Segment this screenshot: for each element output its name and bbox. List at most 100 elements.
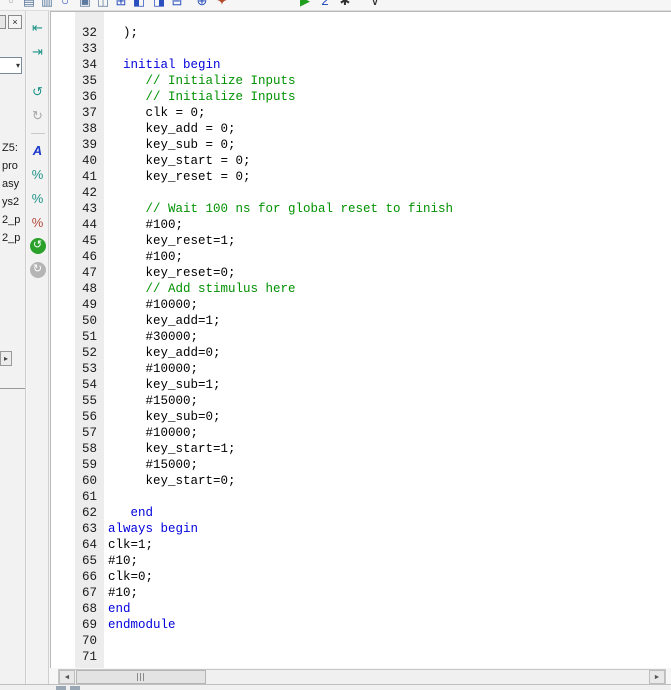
top-toolbar: ▫ ▤ ▥ ○ ▣ ◫ ⊞ ◧ ◨ ⊟ ⊕ ✦ ▶ 2 ✱ ∨ bbox=[0, 0, 671, 11]
code-line[interactable]: 35 // Initialize Inputs bbox=[51, 73, 671, 89]
line-number: 45 bbox=[51, 233, 104, 249]
line-text: #10; bbox=[104, 585, 138, 601]
line-text: // Initialize Inputs bbox=[104, 89, 296, 105]
horizontal-scrollbar[interactable]: ◄ ► bbox=[58, 669, 666, 685]
line-number: 44 bbox=[51, 217, 104, 233]
line-number: 42 bbox=[51, 185, 104, 201]
code-line[interactable]: 42 bbox=[51, 185, 671, 201]
hierarchy-item[interactable]: 2_p bbox=[2, 229, 26, 247]
find-icon[interactable]: % bbox=[29, 166, 47, 184]
code-line[interactable]: 47 key_reset=0; bbox=[51, 265, 671, 281]
code-line[interactable]: 67 #10; bbox=[51, 585, 671, 601]
code-line[interactable]: 41 key_reset = 0; bbox=[51, 169, 671, 185]
code-line[interactable]: 55 #15000; bbox=[51, 393, 671, 409]
line-text: end bbox=[104, 601, 131, 617]
code-line[interactable]: 44 #100; bbox=[51, 217, 671, 233]
hierarchy-item[interactable]: Z5: bbox=[2, 139, 26, 157]
stop-icon[interactable]: ✱ bbox=[336, 0, 354, 11]
cascade-icon[interactable]: ⊟ bbox=[168, 0, 186, 11]
code-line[interactable]: 46 #100; bbox=[51, 249, 671, 265]
code-line[interactable]: 54 key_sub=1; bbox=[51, 377, 671, 393]
code-line[interactable]: 33 bbox=[51, 41, 671, 57]
line-text: clk=1; bbox=[104, 537, 153, 553]
code-line[interactable]: 66 clk=0; bbox=[51, 569, 671, 585]
close-panel-button[interactable]: × bbox=[8, 15, 22, 29]
code-line[interactable]: 48 // Add stimulus here bbox=[51, 281, 671, 297]
hierarchy-item[interactable]: 2_p bbox=[2, 211, 26, 229]
dock-left-icon[interactable]: ⇤ bbox=[29, 19, 47, 37]
code-line[interactable]: 56 key_sub=0; bbox=[51, 409, 671, 425]
code-line[interactable]: 43 // Wait 100 ns for global reset to fi… bbox=[51, 201, 671, 217]
code-line[interactable]: 62 end bbox=[51, 505, 671, 521]
zoom-in-icon[interactable]: ⊕ bbox=[193, 0, 211, 11]
code-editor[interactable]: 32 ); 33 34 initial begin 35 // Initiali… bbox=[50, 11, 671, 668]
split-left-icon[interactable]: ◧ bbox=[130, 0, 148, 11]
hierarchy-item[interactable]: ys2 bbox=[2, 193, 26, 211]
code-line[interactable]: 59 #15000; bbox=[51, 457, 671, 473]
letter-a-icon[interactable]: A bbox=[29, 142, 47, 160]
dropdown-check-icon[interactable]: ∨ bbox=[366, 0, 384, 11]
scroll-left-button[interactable]: ◄ bbox=[59, 670, 75, 684]
code-line[interactable]: 61 bbox=[51, 489, 671, 505]
nav-forward-icon[interactable]: ↻ bbox=[30, 262, 46, 278]
line-number: 60 bbox=[51, 473, 104, 489]
code-line[interactable]: 51 #30000; bbox=[51, 329, 671, 345]
code-line[interactable]: 39 key_sub = 0; bbox=[51, 137, 671, 153]
code-line[interactable]: 34 initial begin bbox=[51, 57, 671, 73]
page-setup-icon[interactable]: ▥ bbox=[38, 0, 56, 11]
zoom-icon[interactable]: ○ bbox=[56, 0, 74, 11]
line-text: clk=0; bbox=[104, 569, 153, 585]
code-line[interactable]: 40 key_start = 0; bbox=[51, 153, 671, 169]
code-line[interactable]: 69 endmodule bbox=[51, 617, 671, 633]
expand-arrow-button[interactable]: ▸ bbox=[0, 351, 12, 366]
line-number: 58 bbox=[51, 441, 104, 457]
panel-dropdown[interactable]: ▾ bbox=[0, 57, 22, 74]
code-line[interactable]: 49 #10000; bbox=[51, 297, 671, 313]
toolbar-stub-icon[interactable]: ▫ bbox=[2, 0, 20, 11]
code-line[interactable]: 57 #10000; bbox=[51, 425, 671, 441]
line-text: key_sub=0; bbox=[104, 409, 221, 425]
run-icon[interactable]: ▶ bbox=[296, 0, 314, 11]
code-line[interactable]: 53 #10000; bbox=[51, 361, 671, 377]
code-line[interactable]: 38 key_add = 0; bbox=[51, 121, 671, 137]
line-number: 49 bbox=[51, 297, 104, 313]
copy-icon[interactable]: ◫ bbox=[94, 0, 112, 11]
print-icon[interactable]: ▤ bbox=[20, 0, 38, 11]
code-line[interactable]: 60 key_start=0; bbox=[51, 473, 671, 489]
new-window-icon[interactable]: ⊞ bbox=[112, 0, 130, 11]
scrollbar-track[interactable] bbox=[75, 670, 649, 684]
code-line[interactable]: 45 key_reset=1; bbox=[51, 233, 671, 249]
line-text: #10; bbox=[104, 553, 138, 569]
find-next-icon[interactable]: % bbox=[29, 190, 47, 208]
replace-icon[interactable]: % bbox=[29, 214, 47, 232]
code-line[interactable]: 64 clk=1; bbox=[51, 537, 671, 553]
hierarchy-item[interactable]: pro bbox=[2, 157, 26, 175]
wand-icon[interactable]: ✦ bbox=[213, 0, 231, 11]
code-line[interactable]: 36 // Initialize Inputs bbox=[51, 89, 671, 105]
code-line[interactable]: 32 ); bbox=[51, 25, 671, 41]
code-line[interactable]: 63 always begin bbox=[51, 521, 671, 537]
code-line[interactable]: 37 clk = 0; bbox=[51, 105, 671, 121]
code-line[interactable]: 50 key_add=1; bbox=[51, 313, 671, 329]
undo-icon[interactable]: ↺ bbox=[29, 83, 47, 101]
bottom-stub-icon bbox=[70, 686, 80, 690]
code-line[interactable]: 58 key_start=1; bbox=[51, 441, 671, 457]
code-line[interactable]: 65 #10; bbox=[51, 553, 671, 569]
cut-icon[interactable]: ▣ bbox=[76, 0, 94, 11]
line-number: 61 bbox=[51, 489, 104, 505]
nav-back-icon[interactable]: ↺ bbox=[30, 238, 46, 254]
code-line[interactable]: 70 bbox=[51, 633, 671, 649]
redo-icon[interactable]: ↻ bbox=[29, 107, 47, 125]
scrollbar-thumb[interactable] bbox=[76, 670, 206, 684]
split-right-icon[interactable]: ◨ bbox=[150, 0, 168, 11]
hierarchy-item[interactable]: asy bbox=[2, 175, 26, 193]
line-number: 65 bbox=[51, 553, 104, 569]
code-line[interactable]: 68 end bbox=[51, 601, 671, 617]
dock-right-icon[interactable]: ⇥ bbox=[29, 43, 47, 61]
line-number: 59 bbox=[51, 457, 104, 473]
run-2-icon[interactable]: 2 bbox=[316, 0, 334, 11]
code-line[interactable]: 71 bbox=[51, 649, 671, 665]
scroll-right-button[interactable]: ► bbox=[649, 670, 665, 684]
line-text: // Add stimulus here bbox=[104, 281, 296, 297]
code-line[interactable]: 52 key_add=0; bbox=[51, 345, 671, 361]
